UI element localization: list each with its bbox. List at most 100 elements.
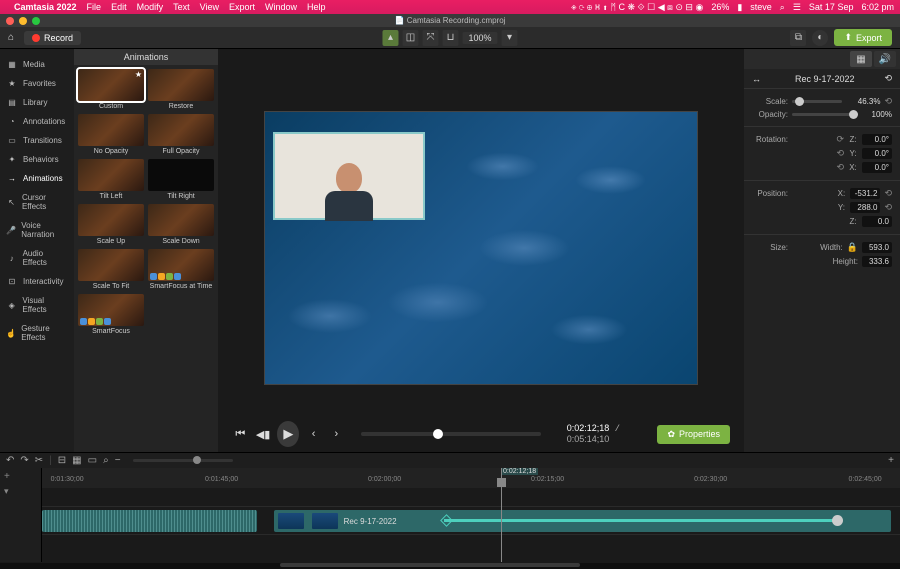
nav-annotations[interactable]: ◔Annotations <box>0 112 74 131</box>
menu-text[interactable]: Text <box>173 2 190 12</box>
nav-media[interactable]: ▦Media <box>0 55 74 74</box>
menu-window[interactable]: Window <box>265 2 297 12</box>
nav-favorites[interactable]: ★Favorites <box>0 74 74 93</box>
rot-x-value[interactable]: 0.0° <box>862 162 892 173</box>
animation-preset[interactable]: No Opacity <box>78 114 144 155</box>
animation-preset[interactable]: SmartFocus <box>78 294 144 335</box>
traffic-lights[interactable] <box>6 17 40 25</box>
step-back-button[interactable]: ◀▮ <box>255 424 272 444</box>
rotate-z-icon[interactable]: ⟳ <box>836 134 844 145</box>
pos-reset-icon[interactable]: ⟲ <box>884 188 892 199</box>
user-name[interactable]: steve <box>750 2 772 12</box>
prev-frame-button[interactable]: ⏮ <box>232 424 249 444</box>
timeline-ruler[interactable]: 0:02:12;18 0:01:30;00 0:01:45;00 0:02:00… <box>42 468 900 488</box>
rotate-y-icon[interactable]: ⟲ <box>836 148 844 159</box>
zoom-level[interactable]: 100% <box>462 32 497 44</box>
tracks-icon[interactable]: ▦ <box>72 455 81 466</box>
menu-export[interactable]: Export <box>229 2 255 12</box>
export-button[interactable]: ⬆ Export <box>834 29 892 46</box>
menu-edit[interactable]: Edit <box>111 2 127 12</box>
zoom-icon[interactable]: ⌕ <box>103 455 109 466</box>
markers-icon[interactable]: ▭ <box>88 455 97 466</box>
nav-transitions[interactable]: ▭Transitions <box>0 131 74 150</box>
timeline-scrollbar[interactable] <box>0 563 900 569</box>
cut-icon[interactable]: ✂ <box>35 455 43 466</box>
animation-preset[interactable]: Tilt Right <box>148 159 214 200</box>
prev-marker-button[interactable]: ‹ <box>305 424 322 444</box>
visual-tab-icon[interactable]: ▦ <box>850 51 872 67</box>
undo-icon[interactable]: ↶ <box>6 455 14 466</box>
menu-view[interactable]: View <box>200 2 219 12</box>
menu-file[interactable]: File <box>87 2 102 12</box>
opacity-value[interactable]: 100% <box>858 110 892 119</box>
animation-preset[interactable]: SmartFocus at Time <box>148 249 214 290</box>
animation-preset[interactable]: Restore <box>148 69 214 110</box>
height-value[interactable]: 333.6 <box>862 256 892 267</box>
refresh-icon[interactable]: ⟲ <box>884 73 892 84</box>
timeline-zoom-slider[interactable] <box>133 459 233 462</box>
menubar-date[interactable]: Sat 17 Sep <box>809 2 854 12</box>
rot-z-value[interactable]: 0.0° <box>862 134 892 145</box>
control-center-icon[interactable]: ☰ <box>793 2 801 13</box>
detach-icon[interactable]: ⧉ <box>790 30 806 46</box>
magnet-tool-icon[interactable]: ⊔ <box>442 30 458 46</box>
home-icon[interactable]: ⌂ <box>8 32 14 43</box>
track-2[interactable]: Track 2 Rec 9-17-2022 <box>42 506 900 534</box>
nav-cursor-effects[interactable]: ↖Cursor Effects <box>0 188 74 216</box>
nav-visual-effects[interactable]: ◈Visual Effects <box>0 291 74 319</box>
app-name[interactable]: Camtasia 2022 <box>14 2 77 12</box>
nav-interactivity[interactable]: ⊡Interactivity <box>0 272 74 291</box>
pos-z-value[interactable]: 0.0 <box>862 216 892 227</box>
menu-help[interactable]: Help <box>307 2 326 12</box>
pointer-tool-icon[interactable]: ▴ <box>382 30 398 46</box>
menubar-time[interactable]: 6:02 pm <box>861 2 894 12</box>
opacity-slider[interactable] <box>792 113 854 116</box>
properties-button[interactable]: ✿ Properties <box>657 425 730 444</box>
pos-x-value[interactable]: -531.2 <box>850 188 880 199</box>
preview-scrubber[interactable] <box>361 432 541 436</box>
zoom-dropdown-icon[interactable]: ▾ <box>502 30 518 46</box>
rot-y-value[interactable]: 0.0° <box>862 148 892 159</box>
playhead[interactable] <box>501 468 502 562</box>
animation-preset[interactable]: Tilt Left <box>78 159 144 200</box>
video-clip[interactable]: Rec 9-17-2022 <box>274 510 892 532</box>
pan-tool-icon[interactable]: ⤧ <box>422 30 438 46</box>
scale-slider[interactable] <box>792 100 842 103</box>
fullscreen-icon[interactable] <box>32 17 40 25</box>
crop-tool-icon[interactable]: ◫ <box>402 30 418 46</box>
scale-reset-icon[interactable]: ⟲ <box>884 96 892 107</box>
pos-y-value[interactable]: 288.0 <box>850 202 880 213</box>
minimize-icon[interactable] <box>19 17 27 25</box>
nav-behaviors[interactable]: ✦Behaviors <box>0 150 74 169</box>
zoom-in-icon[interactable]: + <box>888 455 894 466</box>
play-button[interactable]: ▶ <box>277 421 299 447</box>
nav-animations[interactable]: →Animations <box>0 169 74 188</box>
add-track-icon[interactable]: + <box>0 468 41 485</box>
lock-icon[interactable]: 🔒 <box>847 242 858 253</box>
nav-voice-narration[interactable]: 🎤Voice Narration <box>0 216 74 244</box>
audio-clip[interactable] <box>42 510 257 532</box>
collapse-icon[interactable]: ↔ <box>752 74 761 84</box>
record-button[interactable]: Record <box>24 31 81 45</box>
pip-video[interactable] <box>275 134 423 218</box>
animation-bar[interactable] <box>444 519 840 522</box>
zoom-out-icon[interactable]: − <box>115 455 121 466</box>
animation-preset[interactable]: Scale To Fit <box>78 249 144 290</box>
nav-library[interactable]: ▤Library <box>0 93 74 112</box>
close-icon[interactable] <box>6 17 14 25</box>
user-icon[interactable]: ◐ <box>812 30 828 46</box>
redo-icon[interactable]: ↷ <box>20 455 28 466</box>
animation-preset[interactable]: Scale Down <box>148 204 214 245</box>
preview-canvas[interactable] <box>265 112 697 384</box>
width-value[interactable]: 593.0 <box>862 242 892 253</box>
animation-preset[interactable]: Full Opacity <box>148 114 214 155</box>
search-icon[interactable]: ⌕ <box>780 2 785 13</box>
animation-preset[interactable]: Scale Up <box>78 204 144 245</box>
nav-gesture-effects[interactable]: ☝Gesture Effects <box>0 319 74 347</box>
animation-end-keyframe[interactable] <box>832 515 843 526</box>
audio-tab-icon[interactable]: 🔊 <box>874 51 896 67</box>
nav-audio-effects[interactable]: ♪Audio Effects <box>0 244 74 272</box>
animation-preset[interactable]: ★Custom <box>78 69 144 110</box>
scale-value[interactable]: 46.3% <box>846 97 880 106</box>
menu-modify[interactable]: Modify <box>137 2 164 12</box>
